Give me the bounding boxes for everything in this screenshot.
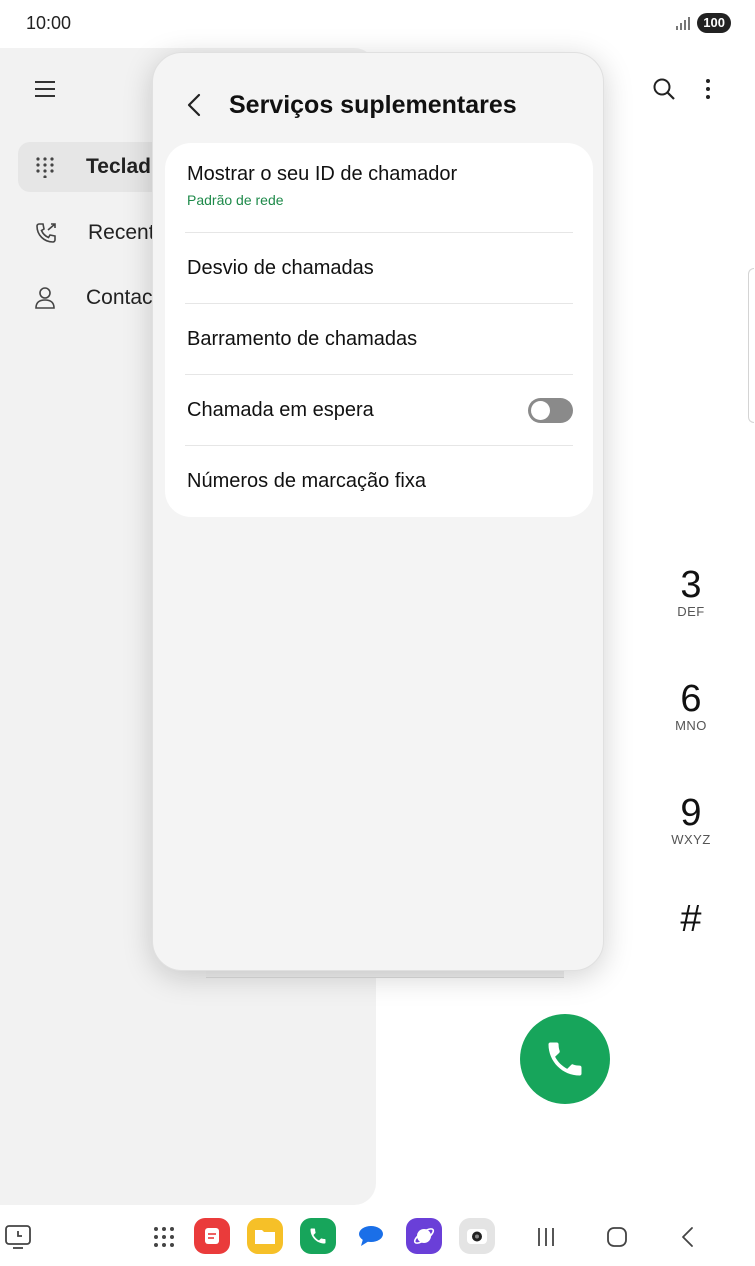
dialpad-key-9[interactable]: 9 WXYZ	[650, 794, 732, 847]
call-waiting-toggle[interactable]	[528, 397, 573, 423]
dialpad-letters: DEF	[677, 604, 705, 619]
setting-label: Chamada em espera	[187, 398, 374, 421]
setting-label: Mostrar o seu ID de chamador	[187, 163, 458, 185]
folder-icon	[255, 1230, 275, 1244]
back-arrow-icon[interactable]	[183, 91, 207, 119]
status-time: 10:00	[26, 12, 72, 33]
dialpad-number: 6	[680, 678, 702, 720]
setting-call-waiting[interactable]: Chamada em espera	[187, 375, 573, 445]
home-icon[interactable]	[605, 1225, 629, 1249]
screen-recent-icon[interactable]	[4, 1224, 32, 1250]
page-title: Serviços suplementares	[229, 90, 517, 119]
dialpad-key-3[interactable]: 3 DEF	[650, 566, 732, 619]
app-drawer-icon[interactable]	[153, 1226, 175, 1248]
toggle-knob	[531, 400, 550, 420]
camera-icon	[467, 1229, 487, 1244]
nav-label-recents: Recent	[88, 221, 155, 244]
dialpad-key-hash[interactable]: #	[650, 900, 732, 938]
setting-label: Números de marcação fixa	[187, 469, 426, 492]
contacts-icon	[35, 287, 55, 309]
menu-icon[interactable]	[34, 78, 56, 100]
dialpad-letters: WXYZ	[671, 832, 711, 847]
phone-app-icon[interactable]	[300, 1218, 336, 1254]
phone-icon	[548, 1042, 582, 1076]
recent-apps-icon[interactable]	[535, 1225, 557, 1249]
nav-label-keypad: Teclad	[86, 155, 151, 178]
side-panel-handle[interactable]	[748, 268, 754, 423]
dialpad-icon	[36, 157, 54, 178]
phone-glyph-icon	[310, 1228, 326, 1244]
setting-label: Desvio de chamadas	[187, 256, 374, 279]
files-app-icon[interactable]	[247, 1218, 283, 1254]
settings-card: Mostrar o seu ID de chamador Padrão de r…	[165, 143, 593, 517]
dialpad-key-6[interactable]: 6 MNO	[650, 680, 732, 733]
setting-caller-id[interactable]: Mostrar o seu ID de chamador Padrão de r…	[187, 163, 573, 208]
status-icons: 100	[675, 13, 731, 33]
camera-app-icon[interactable]	[459, 1218, 495, 1254]
notes-glyph-icon	[205, 1228, 219, 1244]
recent-calls-icon	[36, 223, 56, 243]
dialpad-letters: MNO	[675, 718, 707, 733]
notes-app-icon[interactable]	[194, 1218, 230, 1254]
call-button[interactable]	[520, 1014, 610, 1104]
dialpad-number: 9	[680, 792, 702, 834]
setting-label: Barramento de chamadas	[187, 327, 418, 350]
panel-stack-edge	[206, 970, 564, 978]
supplementary-services-panel: Serviços suplementares Mostrar o seu ID …	[152, 52, 604, 971]
nav-label-contacts: Contac	[86, 286, 153, 309]
setting-subtitle: Padrão de rede	[187, 192, 284, 208]
internet-app-icon[interactable]	[406, 1218, 442, 1254]
planet-icon	[413, 1228, 435, 1244]
more-options-icon[interactable]	[700, 77, 716, 101]
setting-call-forwarding[interactable]: Desvio de chamadas	[187, 233, 573, 303]
panel-header: Serviços suplementares	[183, 83, 517, 127]
signal-icon	[676, 17, 691, 30]
setting-fixed-dialing-numbers[interactable]: Números de marcação fixa	[187, 446, 573, 516]
dialpad-number: 3	[680, 564, 702, 606]
dialpad-number: #	[680, 898, 702, 940]
search-icon[interactable]	[652, 77, 676, 101]
nav-back-icon[interactable]	[678, 1225, 698, 1249]
messages-app-icon[interactable]	[353, 1218, 389, 1254]
setting-call-barring[interactable]: Barramento de chamadas	[187, 304, 573, 374]
status-bar: 10:00 100	[0, 0, 755, 46]
battery-badge: 100	[697, 13, 731, 33]
chat-bubble-icon	[359, 1226, 383, 1246]
taskbar	[0, 1208, 755, 1266]
